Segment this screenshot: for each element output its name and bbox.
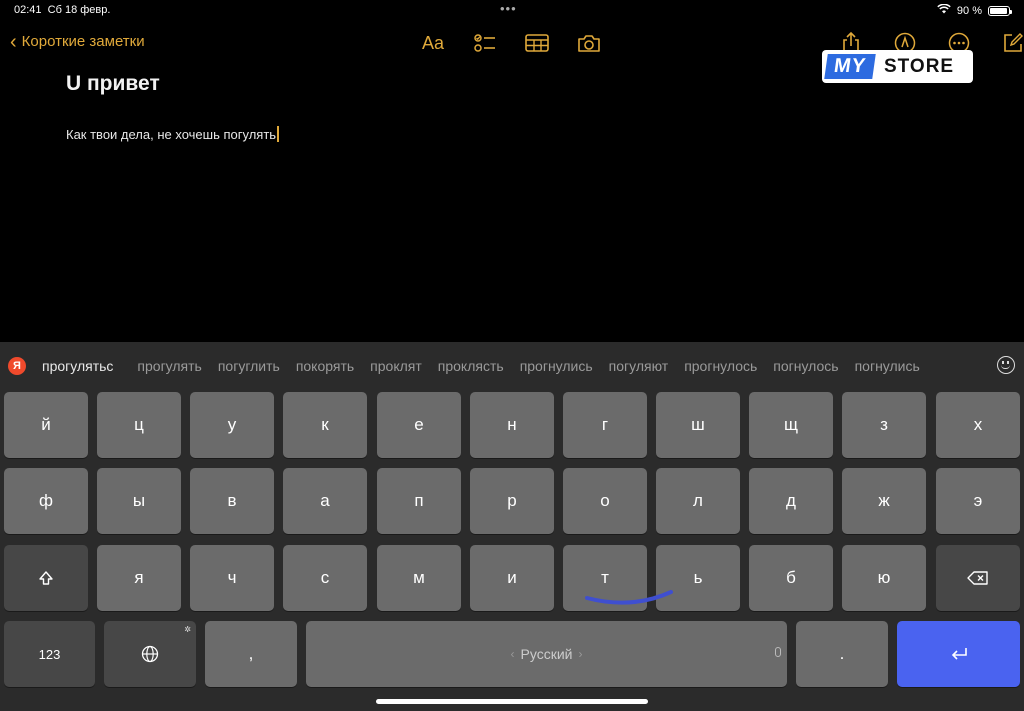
wifi-icon [937, 3, 951, 17]
logo-my-text: MY [824, 54, 876, 79]
key-о[interactable]: о [563, 468, 647, 534]
suggestion-item[interactable]: прогулять [137, 358, 201, 374]
return-icon [951, 648, 967, 660]
key-п[interactable]: п [377, 468, 461, 534]
key-ц[interactable]: ц [97, 392, 181, 458]
key-е[interactable]: е [377, 392, 461, 458]
key-а[interactable]: а [283, 468, 367, 534]
chevron-left-icon: ‹ [10, 30, 17, 53]
text-format-icon: Aa [421, 32, 445, 53]
key-щ[interactable]: щ [749, 392, 833, 458]
key-э[interactable]: э [936, 468, 1020, 534]
key-ч[interactable]: ч [190, 545, 274, 611]
globe-key[interactable]: ✲ [104, 621, 196, 687]
key-р[interactable]: р [470, 468, 554, 534]
status-bar: 02:41 Сб 18 февр. ••• 90 % [0, 0, 1024, 22]
key-ы[interactable]: ы [97, 468, 181, 534]
battery-percent: 90 % [956, 4, 982, 17]
key-й[interactable]: й [4, 392, 88, 458]
note-body[interactable]: Как твои дела, не хочешь погулять [66, 126, 280, 142]
globe-icon [141, 645, 159, 663]
numbers-key[interactable]: 123 [4, 621, 95, 687]
delete-icon [967, 571, 988, 585]
mystore-watermark-logo: MY STORE [822, 50, 973, 83]
key-ж[interactable]: ж [842, 468, 926, 534]
microphone-icon [775, 647, 781, 657]
key-ю[interactable]: ю [842, 545, 926, 611]
shift-key[interactable] [4, 545, 88, 611]
suggestion-item[interactable]: погуглить [218, 358, 280, 374]
suggestion-item[interactable]: погнулись [855, 358, 920, 374]
return-key[interactable] [897, 621, 1020, 687]
checklist-icon[interactable] [472, 30, 498, 56]
compose-icon[interactable] [1000, 30, 1024, 56]
delete-key[interactable] [936, 545, 1020, 611]
space-left-arrow: ‹ [510, 647, 515, 661]
suggestion-item[interactable]: прогнулись [520, 358, 593, 374]
settings-dot-icon: ✲ [184, 625, 191, 634]
key-с[interactable]: с [283, 545, 367, 611]
text-caret [277, 126, 280, 142]
status-time: 02:41 Сб 18 февр. [14, 4, 111, 16]
key-д[interactable]: д [749, 468, 833, 534]
keyboard: Я прогулятьс прогулять погуглить покорять пр… [0, 342, 1024, 711]
yandex-logo-icon[interactable]: Я [8, 357, 26, 375]
back-button[interactable]: ‹ Короткие заметки [10, 30, 145, 53]
shift-icon [39, 571, 53, 585]
battery-icon [988, 5, 1012, 16]
key-г[interactable]: г [563, 392, 647, 458]
back-label: Короткие заметки [21, 33, 145, 50]
emoji-icon[interactable] [997, 356, 1015, 374]
suggestion-item[interactable]: проклясть [438, 358, 504, 374]
space-language-label: Русский [520, 646, 573, 662]
key-з[interactable]: з [842, 392, 926, 458]
key-н[interactable]: н [470, 392, 554, 458]
key-б[interactable]: б [749, 545, 833, 611]
key-я[interactable]: я [97, 545, 181, 611]
status-right: 90 % [937, 3, 1012, 17]
key-ф[interactable]: ф [4, 468, 88, 534]
note-title[interactable]: U привет [66, 72, 160, 96]
camera-icon[interactable] [576, 30, 602, 56]
suggestion-item[interactable]: прогулятьс [42, 358, 113, 374]
home-indicator[interactable] [376, 699, 648, 704]
key-и[interactable]: и [470, 545, 554, 611]
key-л[interactable]: л [656, 468, 740, 534]
suggestion-item[interactable]: прогнулось [684, 358, 757, 374]
key-ш[interactable]: ш [656, 392, 740, 458]
comma-key[interactable]: , [205, 621, 297, 687]
key-у[interactable]: у [190, 392, 274, 458]
period-key[interactable]: . [796, 621, 888, 687]
space-right-arrow: › [578, 647, 583, 661]
suggestion-item[interactable]: покорять [296, 358, 354, 374]
suggestion-item[interactable]: проклят [370, 358, 422, 374]
format-button[interactable]: Aa [420, 30, 446, 56]
suggestion-bar: Я прогулятьс прогулять погуглить покорять пр… [0, 342, 1024, 388]
space-key[interactable]: ‹ Русский › [306, 621, 787, 687]
multitasking-dots[interactable]: ••• [500, 1, 517, 16]
key-х[interactable]: х [936, 392, 1020, 458]
key-к[interactable]: к [283, 392, 367, 458]
swipe-trace [585, 590, 673, 605]
suggestion-item[interactable]: погуляют [609, 358, 669, 374]
suggestion-list: прогулятьс прогулять погуглить покорять прок… [42, 358, 920, 374]
table-icon[interactable] [524, 30, 550, 56]
logo-store-text: STORE [884, 55, 955, 77]
key-в[interactable]: в [190, 468, 274, 534]
key-м[interactable]: м [377, 545, 461, 611]
suggestion-item[interactable]: погнулось [773, 358, 838, 374]
